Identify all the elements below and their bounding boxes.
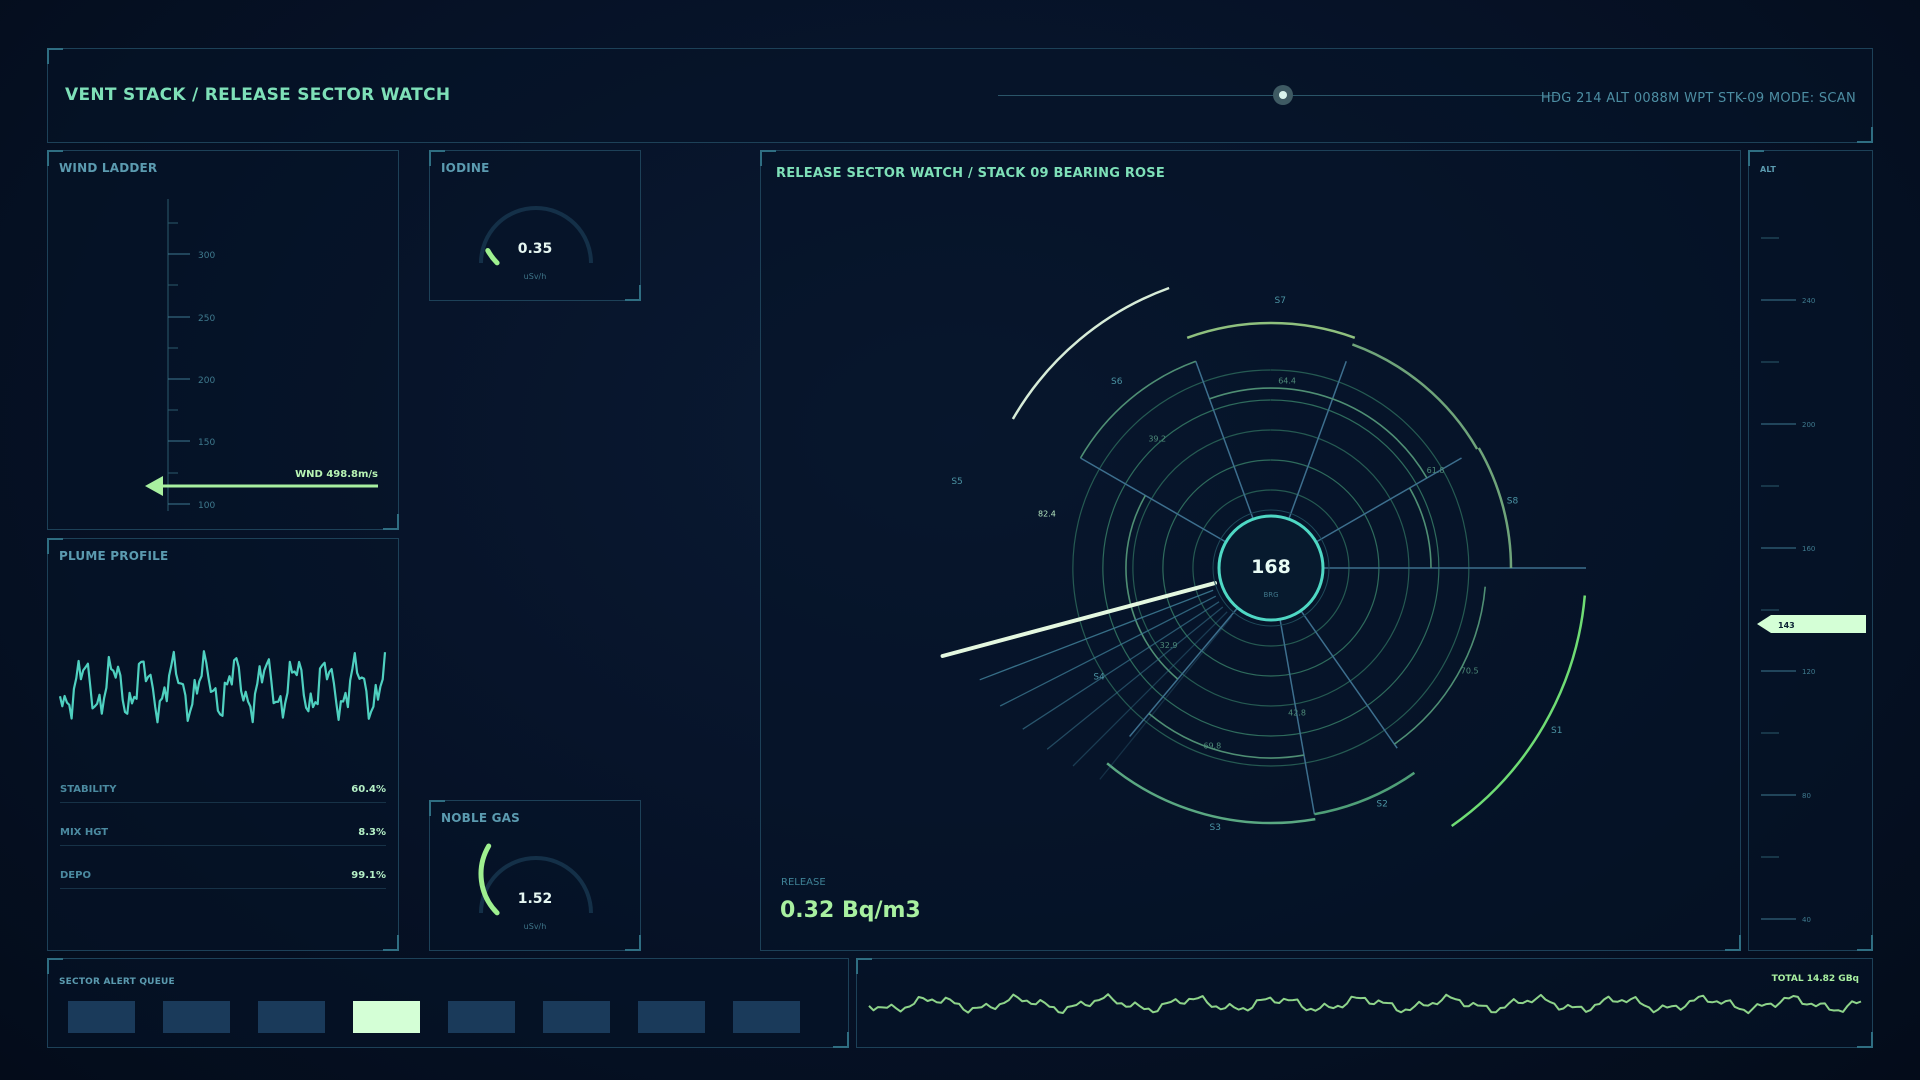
alt-pointer-icon: [1757, 615, 1866, 633]
wind-tick-label: 100: [198, 501, 215, 511]
sector-value: 82.4: [1038, 509, 1056, 518]
alt-tick-label: 160: [1802, 545, 1815, 553]
alt-tick-label: 40: [1802, 916, 1811, 924]
stat-value: 8.3%: [358, 827, 386, 838]
stat-value: 60.4%: [351, 784, 386, 795]
sector-label: S8: [1507, 496, 1519, 506]
alt-tick-label: 240: [1802, 297, 1815, 305]
sector-label: S5: [951, 477, 962, 487]
iodine-unit: uSv/h: [523, 272, 547, 281]
stat-row-mix-hgt: MIX HGT 8.3%: [60, 827, 386, 846]
alt-tick-label: 80: [1802, 792, 1811, 800]
stat-label: DEPO: [60, 870, 91, 881]
stat-row-depo: DEPO 99.1%: [60, 870, 386, 889]
corner-bracket: [383, 935, 399, 951]
alert-queue-slot[interactable]: [733, 1001, 800, 1033]
wind-tick-label: 250: [198, 314, 215, 324]
wind-tick-label: 150: [198, 438, 215, 448]
heading-slider-handle[interactable]: [1273, 85, 1293, 105]
bearing-rose-panel: RELEASE SECTOR WATCH / STACK 09 BEARING …: [760, 150, 1741, 951]
sector-value: 61.8: [1427, 466, 1445, 475]
page-title: VENT STACK / RELEASE SECTOR WATCH: [65, 85, 451, 105]
release-label: RELEASE: [781, 877, 826, 888]
plume-title: PLUME PROFILE: [59, 549, 169, 563]
wind-tick-label: 300: [198, 251, 215, 261]
alert-queue-slot[interactable]: [638, 1001, 705, 1033]
sector-value: 69.8: [1203, 742, 1221, 751]
bearing-value: 168: [1251, 556, 1291, 578]
sector-label: S1: [1551, 726, 1562, 736]
corner-bracket: [47, 958, 63, 974]
alert-queue-slot[interactable]: [448, 1001, 515, 1033]
stat-label: MIX HGT: [60, 827, 109, 838]
alert-queue-slot[interactable]: [543, 1001, 610, 1033]
alert-queue-title: SECTOR ALERT QUEUE: [59, 977, 175, 987]
sector-label: S7: [1275, 296, 1286, 306]
stat-row-stability: STABILITY 60.4%: [60, 784, 386, 803]
alert-queue-panel: SECTOR ALERT QUEUE: [47, 958, 849, 1048]
release-value: 0.32 Bq/m3: [780, 898, 921, 923]
alt-tick-label: 120: [1802, 668, 1815, 676]
corner-bracket: [47, 48, 63, 64]
sector-value: 39.2: [1148, 435, 1166, 444]
noble-gas-panel: NOBLE GAS 1.52 uSv/h: [429, 800, 641, 951]
stat-value: 99.1%: [351, 870, 386, 881]
wind-tick-label: 200: [198, 376, 215, 386]
noble-gas-value: 1.52: [517, 891, 553, 907]
alt-current-value: 143: [1778, 621, 1795, 630]
wind-ladder-scale: 300 250 200 150 100 WND 498.8m/s: [145, 199, 378, 511]
plume-panel: PLUME PROFILE STABILITY 60.4% MIX HGT 8.…: [47, 538, 399, 951]
wind-readout: WND 498.8m/s: [295, 469, 378, 480]
sector-value: 64.4: [1278, 377, 1296, 386]
sector-label: S2: [1376, 799, 1387, 809]
wind-ladder-panel: WIND LADDER 300 250 200 150 100 WND 498.…: [47, 150, 399, 530]
nav-status-readout: HDG 214 ALT 0088M WPT STK-09 MODE: SCAN: [1540, 91, 1856, 106]
alert-queue-slot[interactable]: [353, 1001, 420, 1033]
plume-waveform: [58, 650, 387, 724]
header-bar: VENT STACK / RELEASE SECTOR WATCH HDG 21…: [47, 48, 1873, 143]
alt-tape-scale: 240 200 160 120 80 40 143: [1757, 237, 1866, 924]
alert-queue-slot[interactable]: [258, 1001, 325, 1033]
sector-label: S3: [1210, 823, 1221, 833]
corner-bracket: [1857, 127, 1873, 143]
alt-tick-label: 200: [1802, 421, 1815, 429]
sector-value: 42.8: [1288, 709, 1306, 718]
noble-gas-unit: uSv/h: [523, 922, 547, 931]
sector-label: S4: [1093, 673, 1105, 683]
total-strip-panel: TOTAL 14.82 GBq: [856, 958, 1873, 1048]
corner-bracket: [833, 1032, 849, 1048]
sector-label: S6: [1111, 377, 1123, 387]
iodine-panel: IODINE 0.35 uSv/h: [429, 150, 641, 301]
alert-queue-slot[interactable]: [68, 1001, 135, 1033]
sector-value: 70.5: [1461, 667, 1479, 676]
alt-tape-panel: ALT 240 200 160 120 80 40 143: [1748, 150, 1873, 951]
alert-queue-slot[interactable]: [163, 1001, 230, 1033]
bearing-label: BRG: [1263, 591, 1278, 599]
iodine-value: 0.35: [517, 241, 553, 257]
wind-pointer-icon: [145, 476, 163, 496]
total-waveform: [868, 993, 1862, 1015]
stat-label: STABILITY: [60, 784, 117, 795]
bearing-rose-chart: S1 S2 S3 S4 S5 S6 S7 S8 70.5 42.8 69.8 32.9 82.4 39.2…: [940, 286, 1587, 833]
sector-value: 32.9: [1160, 641, 1178, 650]
